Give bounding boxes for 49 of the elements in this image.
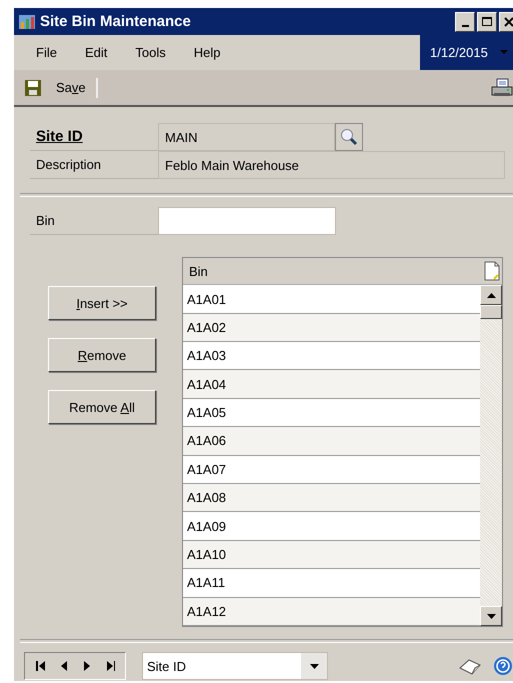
description-field[interactable]: Feblo Main Warehouse	[158, 151, 505, 180]
close-button[interactable]	[499, 12, 513, 32]
site-id-field[interactable]: MAIN	[158, 123, 335, 152]
action-button[interactable]: Insert >>	[48, 286, 156, 320]
table-row[interactable]: A1A04	[183, 370, 480, 399]
table-row[interactable]: A1A09	[183, 512, 480, 541]
search-button[interactable]	[335, 123, 363, 152]
search-icon	[340, 128, 358, 146]
caret-icon	[310, 664, 318, 668]
scroll-down-icon[interactable]	[486, 614, 496, 618]
table-row[interactable]: A1A02	[183, 314, 480, 342]
scroll-thumb[interactable]	[480, 305, 502, 320]
minimize-button[interactable]	[455, 12, 475, 32]
last-record-icon[interactable]	[104, 660, 115, 672]
caret-icon	[500, 50, 508, 56]
menu-item[interactable]: Tools	[135, 45, 166, 60]
page-icon[interactable]	[482, 260, 502, 282]
date-dropdown[interactable]: 1/12/2015	[420, 35, 513, 70]
printer-icon[interactable]	[491, 78, 513, 98]
help-icon[interactable]	[493, 656, 513, 676]
menu-item[interactable]: File	[36, 45, 57, 60]
action-button[interactable]: Remove	[48, 338, 156, 372]
table-row[interactable]: A1A05	[183, 398, 480, 428]
menu-item[interactable]: Edit	[84, 45, 108, 60]
table-row[interactable]: A1A01	[183, 285, 480, 314]
app-icon	[18, 12, 36, 31]
minimize-icon	[462, 24, 468, 27]
bin-field[interactable]	[158, 207, 336, 236]
maximize-button[interactable]	[477, 12, 497, 32]
table-row[interactable]: A1A08	[183, 484, 480, 512]
window-title: Site Bin Maintenance	[40, 13, 192, 30]
table-row[interactable]: A1A10	[183, 540, 480, 570]
next-record-icon[interactable]	[82, 660, 91, 672]
scrollbar[interactable]	[480, 285, 502, 626]
scroll-up-icon[interactable]	[486, 292, 496, 298]
table-row[interactable]: A1A03	[183, 342, 480, 370]
table-row[interactable]: A1A06	[183, 427, 480, 456]
first-record-icon[interactable]	[35, 660, 46, 672]
action-button[interactable]: Remove All	[48, 390, 156, 424]
menu-item[interactable]: Help	[194, 45, 220, 60]
save-button[interactable]: Save	[20, 78, 90, 97]
sort-dropdown[interactable]: Site ID	[142, 652, 328, 680]
maximize-icon	[482, 16, 492, 27]
previous-record-icon[interactable]	[59, 660, 68, 672]
column-header: Bin	[189, 264, 209, 279]
table-row[interactable]: A1A12	[183, 598, 480, 626]
table-row[interactable]: A1A11	[183, 569, 480, 598]
table-row[interactable]: A1A07	[183, 456, 480, 484]
close-icon	[504, 16, 513, 27]
